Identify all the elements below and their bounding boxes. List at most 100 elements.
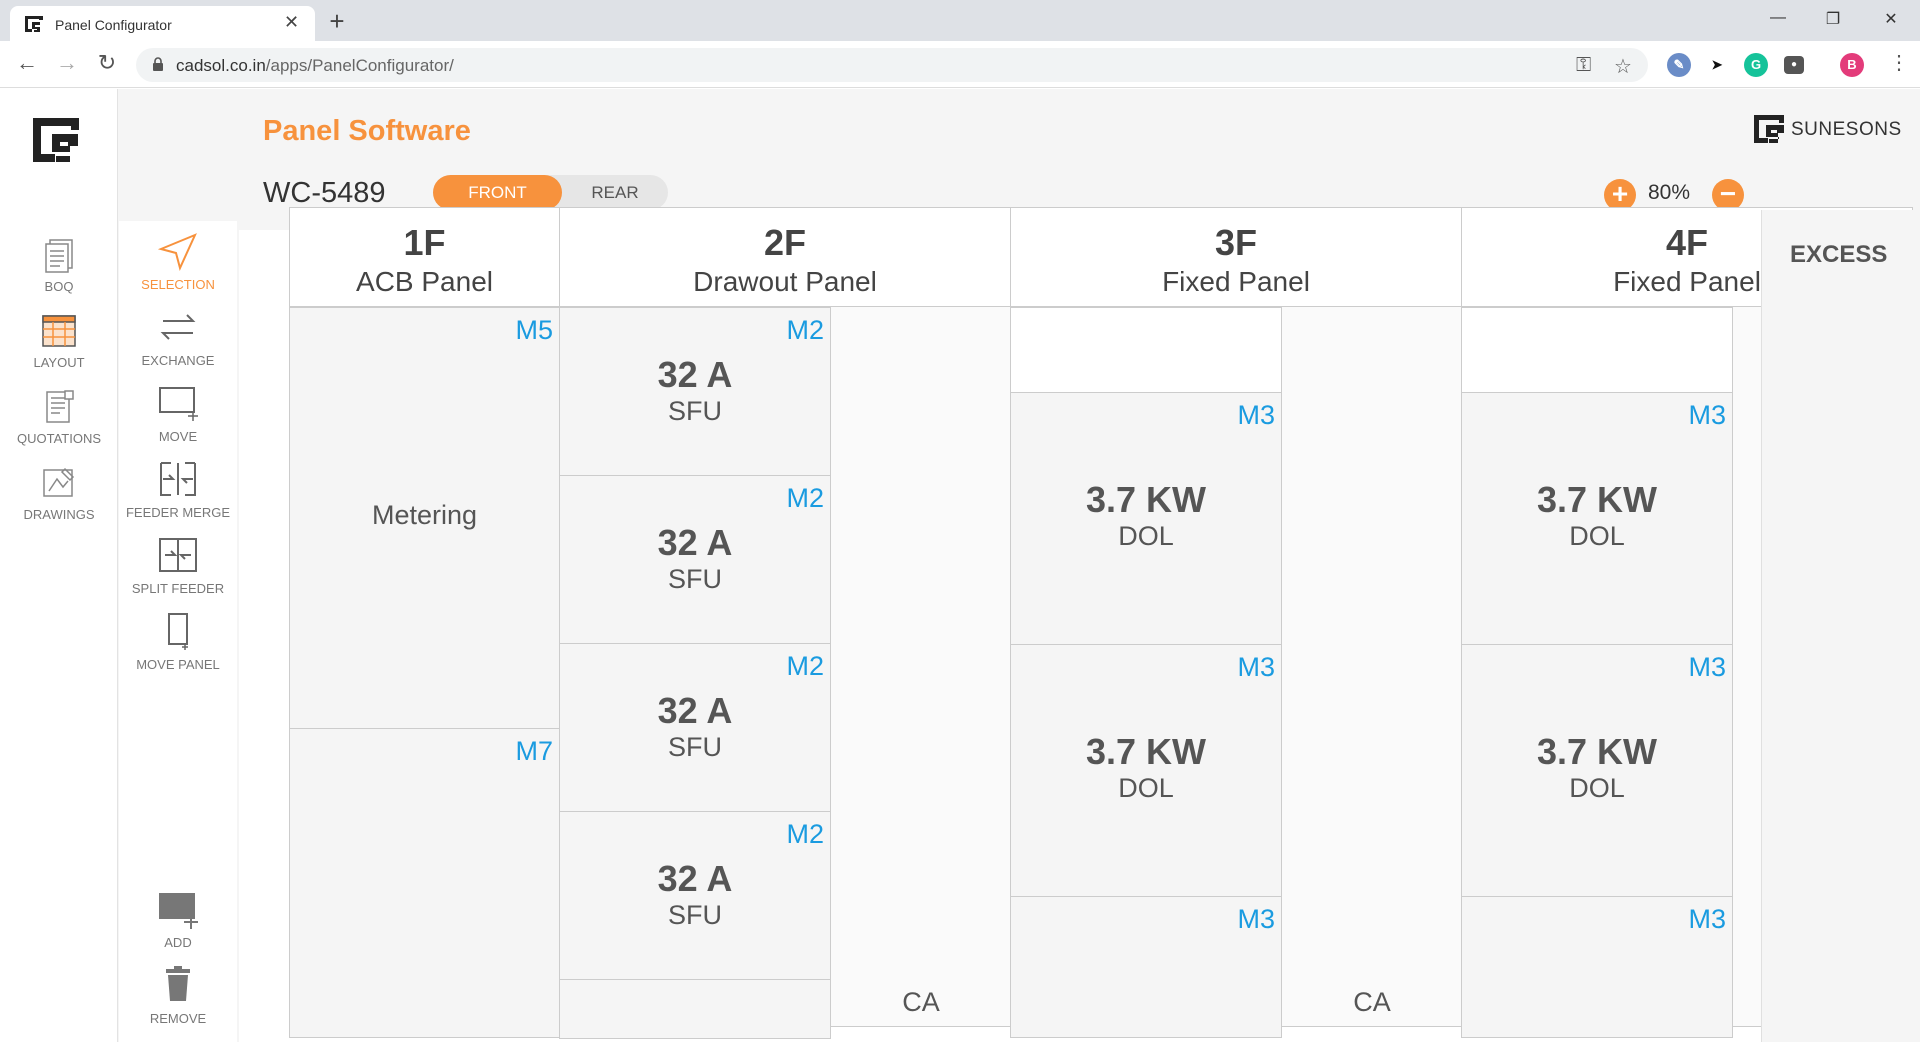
feeder-cell[interactable]: M2 32 A SFU <box>559 307 831 476</box>
panel-number: 1F <box>403 222 446 263</box>
tool-remove[interactable]: REMOVE <box>119 965 237 1026</box>
feeder-description: Metering <box>371 500 478 530</box>
feeder-rating: 32 A <box>657 858 733 899</box>
feeder-rating: 3.7 KW <box>1536 731 1658 772</box>
rear-toggle-option[interactable]: REAR <box>562 175 668 210</box>
feeder-rating: 3.7 KW <box>1085 731 1207 772</box>
nav-drawings[interactable]: DRAWINGS <box>0 465 118 522</box>
app-favicon-icon <box>25 16 43 32</box>
bookmark-star-icon[interactable]: ☆ <box>1614 54 1632 79</box>
browser-tab[interactable]: Panel Configurator ✕ <box>10 6 315 41</box>
cable-alley: CA <box>831 307 1011 1027</box>
panel-number: 3F <box>1214 222 1257 263</box>
feeder-rating: 3.7 KW <box>1536 479 1658 520</box>
panel-id: WC-5489 <box>263 177 386 209</box>
front-toggle-option[interactable]: FRONT <box>433 175 562 210</box>
back-icon[interactable]: ← <box>14 50 40 76</box>
module-label: M7 <box>515 736 553 766</box>
panel-name: ACB Panel <box>356 266 493 297</box>
empty-cell[interactable] <box>1461 307 1733 393</box>
feeder-type: SFU <box>668 732 722 762</box>
feeder-rating: 32 A <box>657 354 733 395</box>
feeder-cell[interactable]: M3 <box>1461 896 1733 1038</box>
module-label: M2 <box>786 819 824 849</box>
panel-1f[interactable]: 1F ACB Panel M5 Metering M7 <box>289 207 560 1038</box>
feeder-cell[interactable]: M3 <box>1010 896 1282 1038</box>
panel-name: Fixed Panel <box>1162 266 1310 297</box>
module-label: M3 <box>1237 400 1275 430</box>
profile-avatar[interactable]: B <box>1840 53 1864 77</box>
tool-palette: SELECTION EXCHANGE MOVE FEEDER MERGE SPL… <box>119 221 237 1042</box>
minimize-icon[interactable]: — <box>1763 9 1793 27</box>
nav-layout[interactable]: LAYOUT <box>0 313 118 370</box>
excess-label: EXCESS <box>1790 241 1888 268</box>
feeder-cell[interactable]: M3 3.7 KW DOL <box>1010 644 1282 897</box>
browser-menu-icon[interactable]: ⋮ <box>1886 50 1912 75</box>
panel-2f[interactable]: 2F Drawout Panel M2 32 A SFU M2 32 A SFU… <box>559 207 1011 1039</box>
app-logo <box>33 118 79 162</box>
module-label: M2 <box>786 315 824 345</box>
reload-icon[interactable]: ↻ <box>94 50 120 76</box>
camera-extension-icon[interactable]: ● <box>1784 56 1804 74</box>
module-label: M5 <box>515 315 553 345</box>
new-tab-icon[interactable]: + <box>325 6 349 37</box>
url-text: cadsol.co.in/apps/PanelConfigurator/ <box>176 56 454 75</box>
feeder-cell[interactable]: M5 Metering <box>289 307 560 729</box>
feeder-cell[interactable]: M2 32 A SFU <box>559 643 831 812</box>
pointer-icon <box>157 233 197 271</box>
tool-exchange[interactable]: EXCHANGE <box>119 307 237 368</box>
zoom-level: 80% <box>1648 181 1691 204</box>
module-label: M3 <box>1688 400 1726 430</box>
extension-icon[interactable]: ✎ <box>1667 53 1691 77</box>
feeder-type: DOL <box>1569 773 1625 803</box>
tool-add[interactable]: ADD <box>119 889 237 950</box>
excess-area[interactable] <box>1761 210 1920 1042</box>
window-close-icon[interactable]: ✕ <box>1876 9 1906 29</box>
front-rear-toggle[interactable]: FRONT REAR <box>433 175 668 210</box>
tool-move[interactable]: MOVE <box>119 383 237 444</box>
panel-3f[interactable]: 3F Fixed Panel M3 3.7 KW DOL M3 3.7 KW D… <box>1010 207 1462 1038</box>
brand-name: SUNESONS <box>1791 119 1902 140</box>
tool-split-feeder[interactable]: SPLIT FEEDER <box>119 535 237 596</box>
feeder-cell[interactable]: M7 <box>289 728 560 1038</box>
feeder-cell[interactable] <box>559 979 831 1039</box>
feeder-type: SFU <box>668 900 722 930</box>
tool-label: EXCHANGE <box>141 353 215 368</box>
empty-cell[interactable] <box>1010 307 1282 393</box>
tab-title: Panel Configurator <box>55 17 172 33</box>
panel-number: 2F <box>763 222 806 263</box>
browser-toolbar: ← → ↻ cadsol.co.in/apps/PanelConfigurato… <box>0 41 1920 88</box>
feeder-type: SFU <box>668 564 722 594</box>
feeder-cell[interactable]: M2 32 A SFU <box>559 475 831 644</box>
feeder-cell[interactable]: M2 32 A SFU <box>559 811 831 980</box>
restore-icon[interactable]: ❐ <box>1818 9 1848 29</box>
tab-close-icon[interactable]: ✕ <box>284 12 299 33</box>
tool-feeder-merge[interactable]: FEEDER MERGE <box>119 459 237 520</box>
left-navigation: BOQ LAYOUT QUOTATIONS DRAWINGS <box>0 89 118 1042</box>
nav-label: BOQ <box>44 279 74 294</box>
tool-move-panel[interactable]: MOVE PANEL <box>119 611 237 672</box>
feeder-cell[interactable]: M3 3.7 KW DOL <box>1010 392 1282 645</box>
quotations-icon <box>46 390 74 423</box>
key-icon[interactable]: ⚿ <box>1576 54 1591 77</box>
module-label: M3 <box>1237 652 1275 682</box>
grammarly-icon[interactable]: G <box>1744 53 1768 77</box>
page-title: Panel Software <box>263 115 471 147</box>
feeder-rating: 32 A <box>657 522 733 563</box>
tool-selection[interactable]: SELECTION <box>119 221 237 292</box>
module-label: M3 <box>1237 904 1275 934</box>
forward-icon[interactable]: → <box>54 50 80 76</box>
tool-label: SPLIT FEEDER <box>131 581 225 596</box>
nav-quotations[interactable]: QUOTATIONS <box>0 389 118 446</box>
nav-boq[interactable]: BOQ <box>0 237 118 294</box>
feeder-cell[interactable]: M3 3.7 KW DOL <box>1461 644 1733 897</box>
extension-cursor-icon[interactable]: ➤ <box>1705 53 1729 77</box>
tool-label: MOVE <box>158 429 198 444</box>
feeder-cell[interactable]: M3 3.7 KW DOL <box>1461 392 1733 645</box>
app-root: BOQ LAYOUT QUOTATIONS DRAWINGS Panel Sof… <box>0 89 1920 1042</box>
move-panel-icon <box>168 613 188 650</box>
move-icon <box>159 387 198 421</box>
address-bar[interactable]: cadsol.co.in/apps/PanelConfigurator/ ⚿ ☆ <box>136 48 1648 82</box>
feeder-rating: 32 A <box>657 690 733 731</box>
panel-header: 3F Fixed Panel <box>1011 208 1461 307</box>
